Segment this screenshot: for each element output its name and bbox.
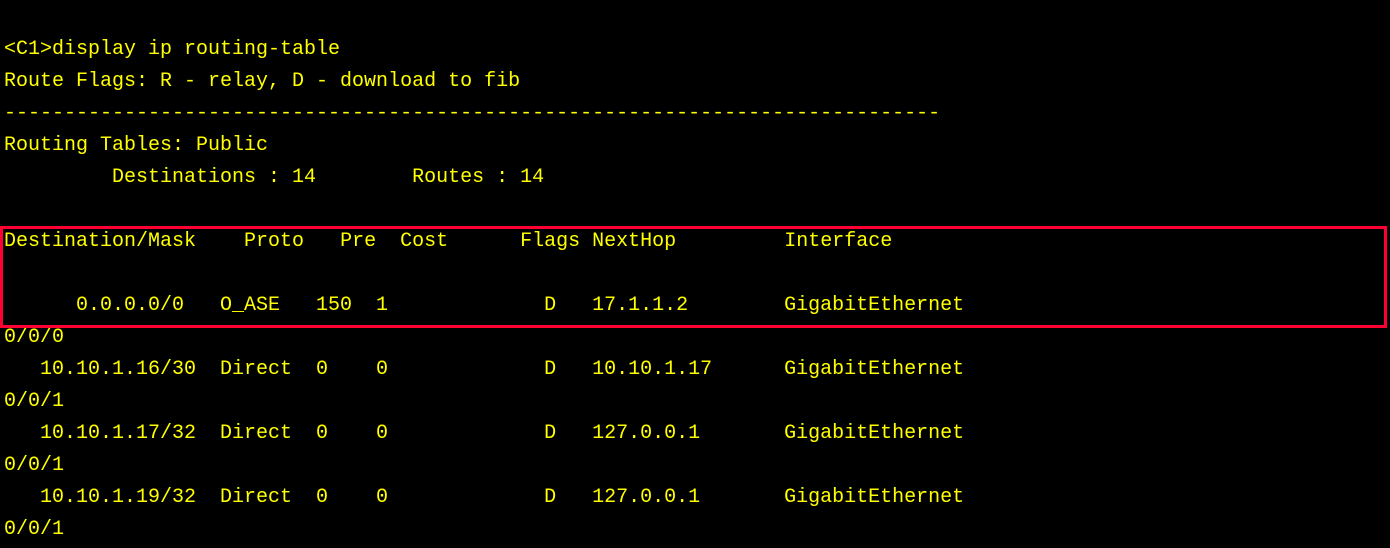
route-row: 0.0.0.0/0 O_ASE 150 1 D 17.1.1.2 Gigabit…	[4, 294, 964, 317]
separator-line: ----------------------------------------…	[4, 102, 940, 125]
route-row-cont: 0/0/0	[4, 326, 64, 349]
route-flags-line: Route Flags: R - relay, D - download to …	[4, 70, 520, 93]
route-row: 10.10.1.16/30 Direct 0 0 D 10.10.1.17 Gi…	[4, 358, 964, 381]
route-row-cont: 0/0/1	[4, 518, 64, 541]
prompt-line: <C1>display ip routing-table	[4, 38, 340, 61]
hdr-interface: Interface	[784, 230, 892, 253]
prompt-prefix: <C1>	[4, 38, 52, 61]
route-row-cont: 0/0/1	[4, 390, 64, 413]
terminal-output: <C1>display ip routing-table Route Flags…	[0, 0, 1390, 548]
summary-line: Destinations : 14 Routes : 14	[4, 166, 544, 189]
hdr-cost: Cost	[400, 230, 448, 253]
header-line: Destination/Mask Proto Pre Cost Flags Ne…	[4, 230, 892, 253]
route-row: 10.10.1.17/32 Direct 0 0 D 127.0.0.1 Gig…	[4, 422, 964, 445]
tables-title: Routing Tables: Public	[4, 134, 268, 157]
hdr-flags: Flags	[520, 230, 580, 253]
hdr-proto: Proto	[244, 230, 304, 253]
hdr-nexthop: NextHop	[592, 230, 676, 253]
hdr-dest: Destination/Mask	[4, 230, 196, 253]
route-row-cont: 0/0/1	[4, 454, 64, 477]
route-row: 10.10.1.19/32 Direct 0 0 D 127.0.0.1 Gig…	[4, 486, 964, 509]
command-text: display ip routing-table	[52, 38, 340, 61]
hdr-pre: Pre	[340, 230, 376, 253]
